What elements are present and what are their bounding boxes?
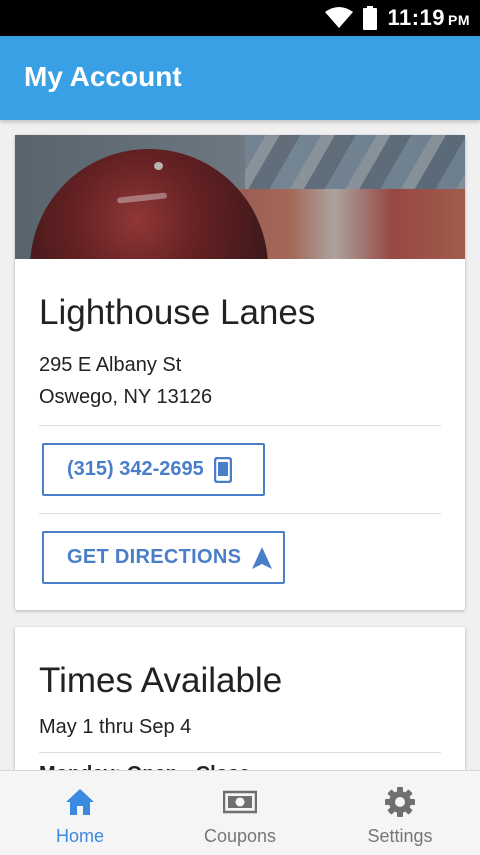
nav-coupons-label: Coupons: [203, 826, 277, 846]
get-directions-button[interactable]: GET DIRECTIONS: [42, 531, 285, 584]
page-title: My Account: [24, 61, 182, 92]
directions-label: GET DIRECTIONS: [67, 546, 242, 568]
nav-home-label: Home: [55, 826, 104, 846]
status-ampm: PM: [448, 12, 470, 28]
wifi-icon: [325, 7, 354, 28]
divider: [39, 425, 441, 426]
nav-home[interactable]: Home: [0, 771, 160, 855]
venue-hero-image: [15, 135, 465, 259]
status-time: 11:19 PM: [387, 5, 470, 30]
bottom-navigation: Home Coupons Settings: [0, 770, 480, 855]
gear-icon: [383, 785, 417, 819]
venue-card: Lighthouse Lanes 295 E Albany St Oswego,…: [15, 135, 465, 610]
nav-settings-label: Settings: [367, 826, 433, 846]
times-title: Times Available: [39, 661, 283, 700]
call-phone-button[interactable]: (315) 342-2695: [42, 443, 265, 496]
app-bar: My Account: [0, 36, 480, 120]
money-icon: [223, 785, 257, 819]
navigation-arrow-icon: [252, 546, 273, 569]
venue-name: Lighthouse Lanes: [39, 293, 316, 332]
mobile-phone-icon: [213, 456, 232, 483]
home-icon: [63, 785, 97, 819]
status-bar: 11:19 PM: [0, 0, 480, 36]
divider: [39, 752, 441, 753]
nav-coupons[interactable]: Coupons: [160, 771, 320, 855]
battery-icon: [363, 6, 378, 30]
address-line-1: 295 E Albany St: [39, 354, 182, 376]
divider: [39, 513, 441, 514]
nav-settings[interactable]: Settings: [320, 771, 480, 855]
address-line-2: Oswego, NY 13126: [39, 386, 213, 408]
phone-label: (315) 342-2695: [67, 458, 204, 480]
times-range: May 1 thru Sep 4: [39, 716, 192, 738]
status-icons: 11:19 PM: [325, 0, 470, 36]
